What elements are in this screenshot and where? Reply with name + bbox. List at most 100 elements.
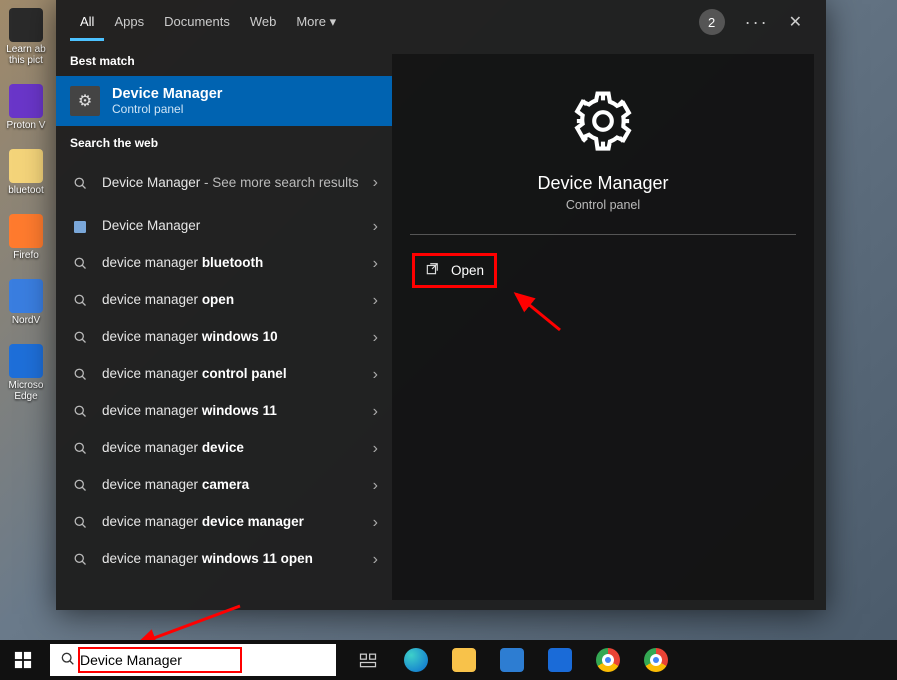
divider bbox=[410, 234, 796, 235]
desktop-icon[interactable]: bluetoot bbox=[4, 149, 48, 196]
result-text: device manager camera bbox=[102, 477, 361, 493]
chevron-right-icon[interactable]: › bbox=[373, 218, 378, 236]
desktop-icon[interactable]: Learn ab this pict bbox=[4, 8, 48, 66]
preview-subtitle: Control panel bbox=[566, 198, 640, 212]
result-text: device manager control panel bbox=[102, 366, 361, 382]
edge-icon[interactable] bbox=[396, 640, 436, 680]
result-text: Device Manager - See more search results bbox=[102, 175, 361, 191]
desktop-icon-label: Microso Edge bbox=[8, 380, 43, 402]
tab-more[interactable]: More ▾ bbox=[286, 4, 346, 41]
chevron-right-icon[interactable]: › bbox=[373, 514, 378, 532]
desktop-icon[interactable]: NordV bbox=[4, 279, 48, 326]
result-text: device manager windows 11 open bbox=[102, 551, 361, 567]
result-text: device manager device manager bbox=[102, 514, 361, 530]
file-explorer-icon[interactable] bbox=[444, 640, 484, 680]
result-text: device manager open bbox=[102, 292, 361, 308]
gear-icon bbox=[570, 88, 636, 159]
taskbar-search-box[interactable] bbox=[50, 644, 336, 676]
search-icon bbox=[60, 651, 76, 670]
taskbar-pinned-apps bbox=[340, 640, 676, 680]
chevron-right-icon[interactable]: › bbox=[373, 174, 378, 192]
chrome-icon[interactable] bbox=[636, 640, 676, 680]
desktop-icon-label: Firefo bbox=[13, 250, 39, 261]
results-column: Best match ⚙ Device Manager Control pane… bbox=[56, 44, 392, 610]
search-result-row[interactable]: Device Manager - See more search results… bbox=[56, 158, 392, 208]
search-tab-bar: AllAppsDocumentsWebMore ▾ 2 ··· ✕ bbox=[56, 0, 826, 44]
search-result-row[interactable]: device manager device manager › bbox=[56, 504, 392, 541]
taskbar bbox=[0, 640, 897, 680]
search-icon bbox=[70, 176, 90, 191]
desktop-icon-label: Proton V bbox=[7, 120, 46, 131]
close-button[interactable]: ✕ bbox=[779, 12, 812, 32]
recent-count-badge[interactable]: 2 bbox=[699, 9, 725, 35]
search-icon bbox=[70, 330, 90, 345]
open-label: Open bbox=[451, 263, 484, 278]
search-icon bbox=[70, 478, 90, 493]
search-result-row[interactable]: device manager windows 10 › bbox=[56, 319, 392, 356]
best-match-result[interactable]: ⚙ Device Manager Control panel bbox=[56, 76, 392, 126]
chevron-right-icon[interactable]: › bbox=[373, 255, 378, 273]
mail-icon[interactable] bbox=[540, 640, 580, 680]
store-icon[interactable] bbox=[492, 640, 532, 680]
search-result-row[interactable]: Device Manager › bbox=[56, 208, 392, 245]
app-icon bbox=[70, 219, 90, 235]
chevron-down-icon: ▾ bbox=[330, 14, 337, 29]
search-result-row[interactable]: device manager control panel › bbox=[56, 356, 392, 393]
search-result-row[interactable]: device manager camera › bbox=[56, 467, 392, 504]
result-text: device manager device bbox=[102, 440, 361, 456]
result-text: device manager windows 10 bbox=[102, 329, 361, 345]
app-icon bbox=[9, 8, 43, 42]
desktop-icon-label: Learn ab this pict bbox=[6, 44, 45, 66]
search-result-row[interactable]: device manager device › bbox=[56, 430, 392, 467]
desktop-icon-label: bluetoot bbox=[8, 185, 44, 196]
best-match-subtitle: Control panel bbox=[112, 102, 222, 116]
app-icon bbox=[9, 149, 43, 183]
best-match-label: Best match bbox=[56, 44, 392, 76]
start-button[interactable] bbox=[0, 640, 46, 680]
chevron-right-icon[interactable]: › bbox=[373, 403, 378, 421]
app-icon bbox=[9, 344, 43, 378]
open-action[interactable]: Open bbox=[412, 253, 497, 288]
app-icon bbox=[9, 279, 43, 313]
chevron-right-icon[interactable]: › bbox=[373, 292, 378, 310]
search-icon bbox=[70, 293, 90, 308]
tab-apps[interactable]: Apps bbox=[104, 4, 154, 41]
gear-icon: ⚙ bbox=[70, 86, 100, 116]
search-icon bbox=[70, 552, 90, 567]
search-result-row[interactable]: device manager windows 11 open › bbox=[56, 541, 392, 578]
best-match-title: Device Manager bbox=[112, 86, 222, 102]
tab-documents[interactable]: Documents bbox=[154, 4, 240, 41]
app-icon bbox=[9, 84, 43, 118]
search-icon bbox=[70, 256, 90, 271]
preview-pane: Device Manager Control panel Open bbox=[392, 54, 814, 600]
open-icon bbox=[425, 262, 439, 279]
search-icon bbox=[70, 367, 90, 382]
result-text: device manager bluetooth bbox=[102, 255, 361, 271]
chevron-right-icon[interactable]: › bbox=[373, 440, 378, 458]
chrome-icon[interactable] bbox=[588, 640, 628, 680]
chevron-right-icon[interactable]: › bbox=[373, 329, 378, 347]
chevron-right-icon[interactable]: › bbox=[373, 477, 378, 495]
chevron-right-icon[interactable]: › bbox=[373, 366, 378, 384]
result-text: device manager windows 11 bbox=[102, 403, 361, 419]
tab-web[interactable]: Web bbox=[240, 4, 287, 41]
search-popup: AllAppsDocumentsWebMore ▾ 2 ··· ✕ Best m… bbox=[56, 0, 826, 610]
search-icon bbox=[70, 404, 90, 419]
search-icon bbox=[70, 441, 90, 456]
search-result-row[interactable]: device manager open › bbox=[56, 282, 392, 319]
desktop-icon[interactable]: Microso Edge bbox=[4, 344, 48, 402]
result-text: Device Manager bbox=[102, 218, 361, 234]
desktop-icon[interactable]: Firefo bbox=[4, 214, 48, 261]
search-input[interactable] bbox=[80, 652, 330, 668]
tab-all[interactable]: All bbox=[70, 4, 104, 41]
more-options-button[interactable]: ··· bbox=[735, 12, 779, 33]
search-result-row[interactable]: device manager bluetooth › bbox=[56, 245, 392, 282]
desktop-icon[interactable]: Proton V bbox=[4, 84, 48, 131]
app-icon bbox=[9, 214, 43, 248]
search-result-row[interactable]: device manager windows 11 › bbox=[56, 393, 392, 430]
task-view-button[interactable] bbox=[348, 640, 388, 680]
preview-title: Device Manager bbox=[537, 173, 668, 194]
desktop-icon-label: NordV bbox=[12, 315, 40, 326]
search-icon bbox=[70, 515, 90, 530]
chevron-right-icon[interactable]: › bbox=[373, 551, 378, 569]
